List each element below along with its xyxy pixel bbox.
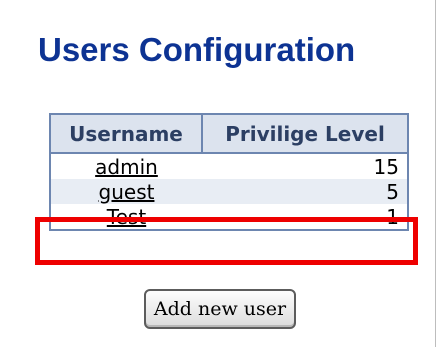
user-link-admin[interactable]: admin — [95, 155, 158, 179]
column-header-username: Username — [49, 113, 203, 154]
privilege-level-cell: 15 — [202, 153, 409, 179]
add-new-user-button[interactable]: Add new user — [144, 289, 296, 329]
page-title: Users Configuration — [38, 31, 356, 68]
table-header-row: Username Privilige Level — [49, 113, 409, 154]
column-header-privilege-level: Privilige Level — [201, 113, 409, 154]
username-cell: guest — [49, 179, 202, 204]
table-row: guest 5 — [49, 179, 409, 204]
frame-border — [435, 0, 436, 347]
table-row: Test 1 — [49, 204, 409, 231]
privilege-level-cell: 5 — [202, 179, 409, 204]
table-row: admin 15 — [49, 153, 409, 179]
username-cell: Test — [49, 204, 202, 231]
user-link-guest[interactable]: guest — [99, 180, 155, 204]
user-link-test[interactable]: Test — [107, 205, 146, 229]
users-table: Username Privilige Level admin 15 guest … — [49, 113, 409, 231]
privilege-level-cell: 1 — [202, 204, 409, 231]
username-cell: admin — [49, 153, 202, 179]
